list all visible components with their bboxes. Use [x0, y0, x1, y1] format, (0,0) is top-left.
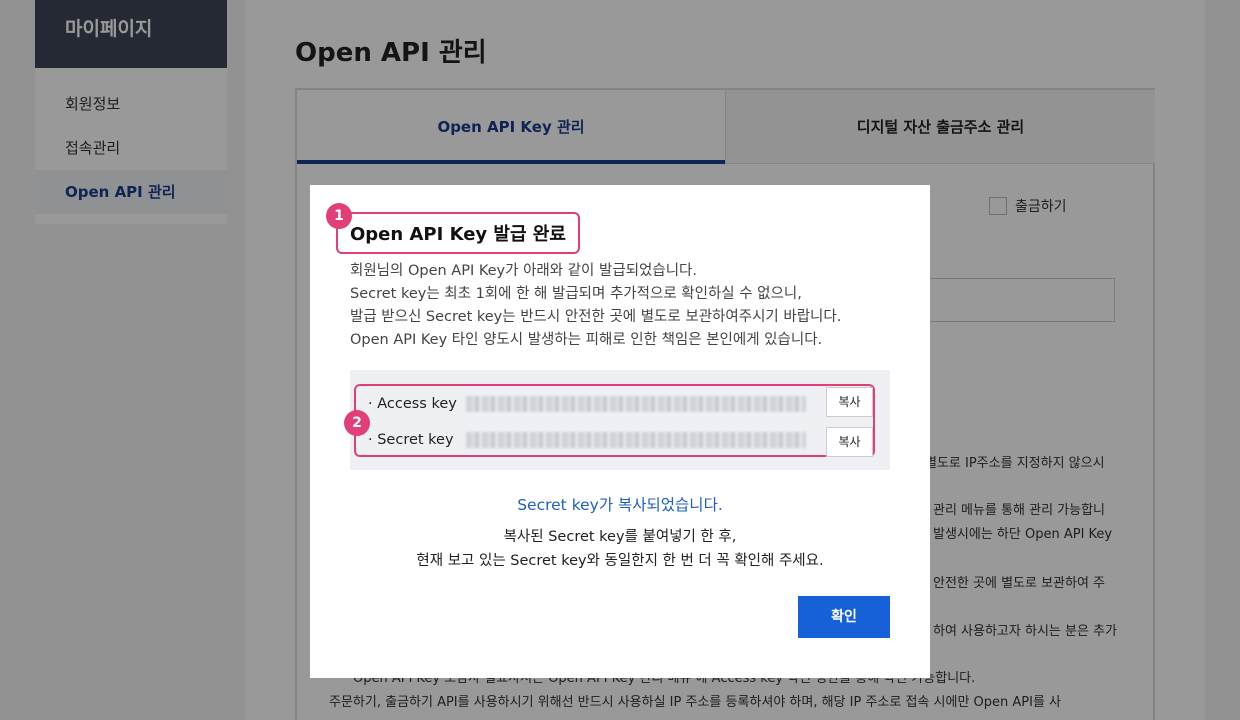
description-line: Secret key는 최초 1회에 한 해 발급되며 추가적으로 확인하실 수… — [350, 286, 802, 302]
keys-highlight: · Access key 복사 · Secret key 복사 — [354, 384, 875, 457]
secret-key-label: · Secret key — [368, 432, 454, 448]
access-key-label: · Access key — [368, 396, 457, 412]
confirm-line: 복사된 Secret key를 붙여넣기 한 후, — [503, 529, 737, 545]
copy-secret-key-button[interactable]: 복사 — [826, 427, 873, 457]
confirm-line: 현재 보고 있는 Secret key와 동일한지 한 번 더 꼭 확인해 주세… — [416, 553, 824, 569]
keys-panel: · Access key 복사 · Secret key 복사 — [350, 370, 890, 470]
step-badge-1: 1 — [326, 203, 352, 229]
confirm-instructions: 복사된 Secret key를 붙여넣기 한 후, 현재 보고 있는 Secre… — [310, 525, 930, 573]
copy-access-key-button[interactable]: 복사 — [826, 387, 873, 417]
description-line: Open API Key 타인 양도시 발생하는 피해로 인한 책임은 본인에게… — [350, 332, 823, 348]
secret-key-row: · Secret key — [368, 424, 806, 456]
description-line: 회원님의 Open API Key가 아래와 같이 발급되었습니다. — [350, 263, 697, 279]
modal-description: 회원님의 Open API Key가 아래와 같이 발급되었습니다. Secre… — [350, 260, 841, 352]
ok-button[interactable]: 확인 — [798, 596, 890, 638]
secret-key-value-blurred — [466, 432, 806, 448]
step-badge-2: 2 — [344, 410, 370, 436]
modal-title-highlight: Open API Key 발급 완료 — [336, 212, 580, 254]
description-line: 발급 받으신 Secret key는 반드시 안전한 곳에 별도로 보관하여주시… — [350, 309, 842, 325]
modal-title: Open API Key 발급 완료 — [350, 224, 566, 245]
access-key-row: · Access key — [368, 388, 806, 420]
access-key-value-blurred — [466, 396, 806, 412]
copied-message: Secret key가 복사되었습니다. — [517, 496, 723, 514]
api-key-issued-modal: Open API Key 발급 완료 1 회원님의 Open API Key가 … — [310, 185, 930, 678]
